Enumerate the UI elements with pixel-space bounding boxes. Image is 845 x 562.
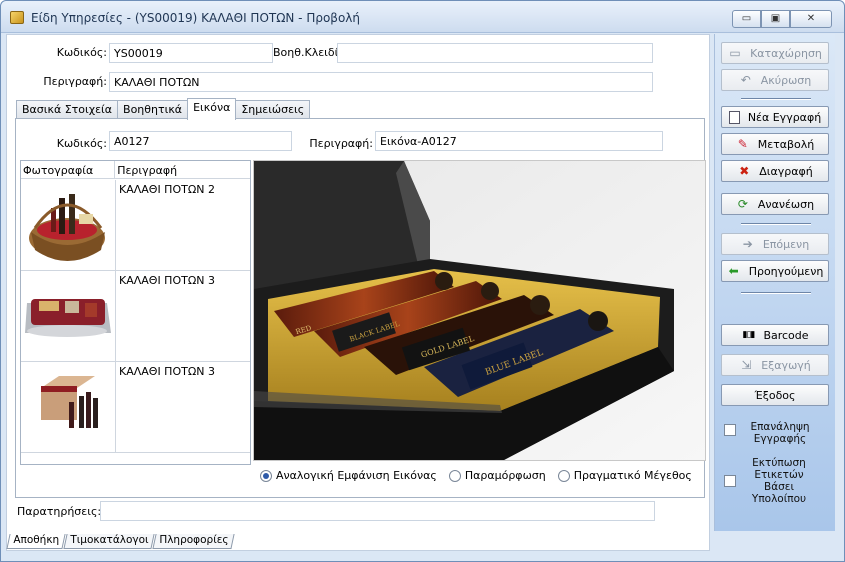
image-code-field[interactable]: A0127 [109, 131, 292, 151]
cancel-button[interactable]: ↶ Ακύρωση [721, 69, 829, 91]
delete-document-icon: ✖ [739, 164, 750, 178]
tab-label: Αποθήκη [13, 534, 60, 546]
checkbox-box[interactable] [724, 424, 736, 436]
radio-proportional[interactable]: Αναλογική Εμφάνιση Εικόνας [260, 469, 437, 482]
minimize-button[interactable]: ▭ [732, 10, 761, 28]
radio-label: Αναλογική Εμφάνιση Εικόνας [276, 469, 437, 482]
display-mode-group: Αναλογική Εμφάνιση Εικόνας Παραμόρφωση Π… [260, 469, 704, 482]
window-title: Είδη Υπηρεσίες - (YS00019) ΚΑΛΑΘΙ ΠΟΤΩΝ … [31, 11, 361, 25]
photo-row[interactable]: ΚΑΛΑΘΙ ΠΟΤΩΝ 3 [21, 271, 250, 362]
photo-thumbnail [21, 271, 116, 361]
image-code-label: Κωδικός: [56, 137, 107, 150]
previous-label: Προηγούμενη [748, 264, 824, 278]
exit-button[interactable]: Έξοδος [721, 384, 829, 406]
photo-thumbnail [21, 180, 116, 270]
new-record-label: Νέα Εγγραφή [747, 110, 822, 124]
save-icon: ▭ [729, 46, 741, 60]
photo-list-header: Φωτογραφία Περιγραφή [21, 161, 250, 179]
save-label: Καταχώρηση [750, 46, 822, 60]
code-label: Κωδικός: [56, 46, 107, 59]
window-controls: ▭ ▣ ✕ [732, 10, 832, 28]
export-button[interactable]: ⇲ Εξαγωγή [721, 354, 829, 376]
radio-label: Παραμόρφωση [464, 469, 546, 482]
refresh-label: Ανανέωση [757, 197, 815, 211]
photo-row[interactable]: ΚΑΛΑΘΙ ΠΟΤΩΝ 3 [21, 362, 250, 453]
arrow-right-icon: ➔ [742, 237, 753, 251]
product-image: BLUE LABEL GOLD LABEL BLACK LABEL RED [253, 160, 706, 461]
aux-key-field[interactable] [337, 43, 653, 63]
checkbox-label: Επανάληψη Εγγραφής [750, 421, 810, 445]
next-label: Επόμενη [762, 237, 810, 251]
barcode-icon: ▮▯▮ [742, 330, 756, 340]
new-document-icon [728, 110, 740, 124]
image-description-field[interactable]: Εικόνα-A0127 [375, 131, 663, 151]
tab-auxiliary[interactable]: Βοηθητικά [117, 100, 189, 119]
next-button[interactable]: ➔ Επόμενη [721, 233, 829, 255]
edit-document-icon: ✎ [737, 137, 748, 151]
photo-thumbnail [21, 362, 116, 452]
description-field[interactable]: ΚΑΛΑΘΙ ΠΟΤΩΝ [109, 72, 653, 92]
code-field[interactable]: YS00019 [109, 43, 273, 63]
tab-warehouse[interactable]: Αποθήκη [6, 534, 66, 549]
checkbox-box[interactable] [724, 475, 736, 487]
export-icon: ⇲ [741, 358, 752, 372]
action-sidebar: ▭ Καταχώρηση ↶ Ακύρωση Νέα Εγγραφή ✎ Μεταβο… [714, 34, 835, 531]
radio-actual-size[interactable]: Πραγματικό Μέγεθος [557, 469, 692, 482]
title-bar[interactable]: Είδη Υπηρεσίες - (YS00019) ΚΑΛΑΘΙ ΠΟΤΩΝ … [1, 1, 844, 33]
maximize-button[interactable]: ▣ [761, 10, 790, 28]
image-description-label: Περιγραφή: [309, 137, 373, 150]
tab-basic[interactable]: Βασικά Στοιχεία [16, 100, 119, 119]
new-record-button[interactable]: Νέα Εγγραφή [721, 106, 829, 128]
barcode-label: Barcode [763, 328, 809, 342]
main-window: Είδη Υπηρεσίες - (YS00019) ΚΑΛΑΘΙ ΠΟΤΩΝ … [0, 0, 845, 562]
photo-description: ΚΑΛΑΘΙ ΠΟΤΩΝ 3 [119, 274, 215, 287]
refresh-button[interactable]: ⟳ Ανανέωση [721, 193, 829, 215]
tab-pricelists[interactable]: Τιμοκατάλογοι [63, 534, 155, 549]
delete-button[interactable]: ✖ Διαγραφή [721, 160, 829, 182]
barcode-button[interactable]: ▮▯▮ Barcode [721, 324, 829, 346]
app-folder-icon [10, 11, 24, 24]
tab-label: Πληροφορίες [159, 534, 229, 546]
separator [741, 292, 811, 294]
separator [741, 223, 811, 225]
export-label: Εξαγωγή [761, 358, 811, 372]
notes-field[interactable] [100, 501, 655, 521]
separator [741, 98, 811, 100]
col-header-photo[interactable]: Φωτογραφία [21, 161, 116, 179]
radio-indicator [448, 469, 461, 482]
edit-label: Μεταβολή [757, 137, 815, 151]
close-button[interactable]: ✕ [790, 10, 832, 28]
undo-icon: ↶ [740, 73, 751, 87]
photo-list: Φωτογραφία Περιγραφή ΚΑΛΑΘΙ ΠΟΤΩΝ 2 ΚΑΛΑ… [20, 160, 251, 465]
aux-key-label: Βοηθ.Κλειδί: [273, 46, 343, 59]
exit-label: Έξοδος [754, 388, 796, 402]
tab-information[interactable]: Πληροφορίες [152, 534, 235, 549]
form-area: Κωδικός: YS00019 Βοηθ.Κλειδί: Περιγραφή:… [6, 34, 710, 551]
tab-image[interactable]: Εικόνα [187, 98, 237, 120]
repeat-record-checkbox[interactable]: Επανάληψη Εγγραφής [724, 421, 821, 445]
radio-indicator [260, 469, 272, 482]
tab-strip: Βασικά Στοιχεία Βοηθητικά Εικόνα Σημειώσ… [16, 98, 311, 120]
tab-notes[interactable]: Σημειώσεις [235, 100, 311, 119]
description-label: Περιγραφή: [43, 75, 107, 88]
bottom-tab-strip: Αποθήκη Τιμοκατάλογοι Πληροφορίες [6, 534, 235, 550]
photo-description: ΚΑΛΑΘΙ ΠΟΤΩΝ 3 [119, 365, 215, 378]
col-header-description[interactable]: Περιγραφή [115, 161, 250, 179]
tab-label: Τιμοκατάλογοι [70, 534, 149, 546]
refresh-icon: ⟳ [737, 197, 748, 211]
arrow-left-icon: ⬅ [728, 264, 739, 278]
delete-label: Διαγραφή [759, 164, 813, 178]
radio-indicator [557, 469, 570, 482]
print-labels-checkbox[interactable]: Εκτύπωση Ετικετών Βάσει Υπολοίπου [724, 457, 819, 505]
cancel-label: Ακύρωση [760, 73, 812, 87]
radio-label: Πραγματικό Μέγεθος [573, 469, 692, 482]
notes-label: Παρατηρήσεις: [17, 505, 102, 518]
photo-row[interactable]: ΚΑΛΑΘΙ ΠΟΤΩΝ 2 [21, 180, 250, 271]
photo-description: ΚΑΛΑΘΙ ΠΟΤΩΝ 2 [119, 183, 215, 196]
previous-button[interactable]: ⬅ Προηγούμενη [721, 260, 829, 282]
radio-stretch[interactable]: Παραμόρφωση [448, 469, 546, 482]
edit-button[interactable]: ✎ Μεταβολή [721, 133, 829, 155]
save-button[interactable]: ▭ Καταχώρηση [721, 42, 829, 64]
checkbox-label: Εκτύπωση Ετικετών Βάσει Υπολοίπου [751, 457, 807, 505]
